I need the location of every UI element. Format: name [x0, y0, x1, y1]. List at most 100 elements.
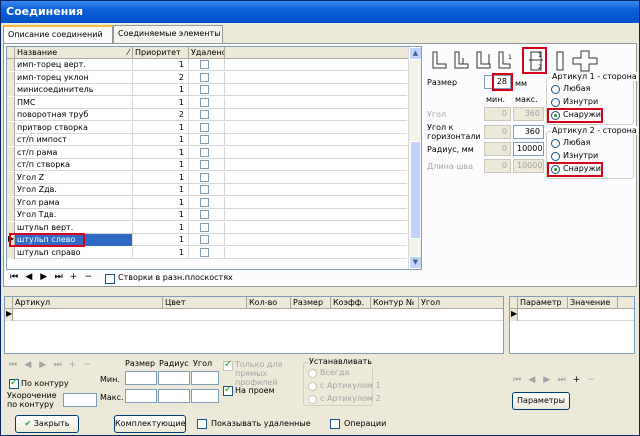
- install-with-article1-radio[interactable]: [308, 382, 317, 391]
- column-header-deleted[interactable]: Удалено: [189, 47, 225, 59]
- show-deleted-checkbox[interactable]: [197, 419, 207, 429]
- table-row[interactable]: ст/п рама 1: [7, 146, 407, 159]
- deleted-checkbox[interactable]: [200, 97, 209, 107]
- deleted-checkbox[interactable]: [200, 235, 209, 244]
- parameters-button[interactable]: Параметры: [512, 392, 570, 410]
- prev-record-icon[interactable]: ◀: [23, 272, 35, 282]
- horizontal-angle-max-input[interactable]: 360: [513, 125, 544, 139]
- connections-grid[interactable]: Название ⁄ Приоритет Удалено имп-торец ве…: [6, 46, 422, 270]
- cell-priority[interactable]: 1: [133, 171, 189, 184]
- radius-max-input[interactable]: 10000: [513, 142, 544, 156]
- max-size-input[interactable]: [125, 389, 157, 403]
- next-record-icon[interactable]: ▶: [38, 272, 50, 282]
- last-record-icon[interactable]: ⏭: [52, 360, 64, 370]
- seam-max-input[interactable]: 10000: [513, 159, 544, 173]
- deleted-checkbox[interactable]: [200, 122, 209, 132]
- cell-name[interactable]: ст/п створка: [15, 159, 133, 171]
- cell-name[interactable]: поворотная труб: [15, 109, 133, 121]
- column-header-size[interactable]: Размер: [291, 297, 331, 309]
- max-angle-input[interactable]: [191, 389, 219, 403]
- different-planes-checkbox[interactable]: [105, 274, 115, 284]
- cell-priority[interactable]: 1: [133, 234, 189, 246]
- deleted-checkbox[interactable]: [200, 222, 209, 232]
- cell-priority[interactable]: 1: [133, 59, 189, 71]
- table-row[interactable]: Угол Zдв. 1: [7, 184, 407, 196]
- last-record-icon[interactable]: ⏭: [53, 272, 65, 282]
- next-record-icon[interactable]: ▶: [541, 375, 553, 385]
- deleted-checkbox[interactable]: [200, 85, 209, 94]
- add-record-icon[interactable]: +: [68, 272, 80, 282]
- first-record-icon[interactable]: ⏮: [511, 375, 523, 385]
- scroll-thumb[interactable]: [410, 141, 421, 239]
- angle-max-input[interactable]: 360: [513, 107, 544, 121]
- deleted-checkbox[interactable]: [200, 160, 209, 169]
- table-row[interactable]: штульп верт. 1: [7, 221, 407, 234]
- table-row[interactable]: ст/п импост 1: [7, 134, 407, 146]
- cell-name[interactable]: ст/п импост: [15, 134, 133, 146]
- vertical-bar-icon[interactable]: [552, 50, 570, 72]
- cell-priority[interactable]: 1: [133, 159, 189, 171]
- last-record-icon[interactable]: ⏭: [556, 375, 568, 385]
- cell-priority[interactable]: 1: [133, 134, 189, 146]
- column-header-quantity[interactable]: Кол-во: [247, 297, 291, 309]
- cell-priority[interactable]: 1: [133, 196, 189, 209]
- parameters-grid[interactable]: Параметр Значение ▶: [509, 296, 635, 354]
- angle-min-input[interactable]: 0: [484, 107, 511, 121]
- cell-priority[interactable]: 1: [133, 209, 189, 221]
- table-row[interactable]: ▶: [5, 309, 503, 321]
- cell-name[interactable]: штульп справо: [15, 246, 133, 259]
- deleted-checkbox[interactable]: [200, 210, 209, 219]
- seam-min-input[interactable]: 0: [484, 159, 511, 173]
- article2-any-radio[interactable]: [551, 139, 560, 148]
- table-row[interactable]: ПМС 1: [7, 96, 407, 109]
- horizontal-angle-min-input[interactable]: 0: [484, 125, 511, 139]
- min-radius-input[interactable]: [158, 371, 190, 385]
- delete-record-icon[interactable]: −: [81, 360, 93, 370]
- deleted-checkbox[interactable]: [200, 185, 209, 194]
- column-header-contour[interactable]: Контур №: [371, 297, 419, 309]
- cell-priority[interactable]: 1: [133, 96, 189, 109]
- table-row[interactable]: Угол Тдв. 1: [7, 209, 407, 221]
- cell-priority[interactable]: 1: [133, 221, 189, 234]
- column-header-name[interactable]: Название ⁄: [15, 47, 133, 59]
- table-row[interactable]: имп-торец верт. 1: [7, 59, 407, 71]
- corner-left-icon[interactable]: [430, 50, 448, 72]
- add-record-icon[interactable]: +: [571, 375, 583, 385]
- cell-priority[interactable]: 1: [133, 84, 189, 96]
- table-row[interactable]: Угол рама 1: [7, 196, 407, 209]
- delete-record-icon[interactable]: −: [82, 272, 94, 282]
- cell-priority[interactable]: 2: [133, 109, 189, 121]
- articles-grid[interactable]: Артикул Цвет Кол-во Размер Коэфф. Контур…: [4, 296, 504, 354]
- max-radius-input[interactable]: [158, 389, 190, 403]
- deleted-checkbox[interactable]: [200, 110, 209, 119]
- cell-priority[interactable]: 1: [133, 246, 189, 259]
- close-button[interactable]: ✔ Закрыть: [15, 415, 79, 433]
- min-size-input[interactable]: [125, 371, 157, 385]
- cross-icon[interactable]: [570, 48, 600, 74]
- cell-name[interactable]: Угол Тдв.: [15, 209, 133, 221]
- add-record-icon[interactable]: +: [67, 360, 79, 370]
- cell-priority[interactable]: 2: [133, 71, 189, 84]
- table-row[interactable]: минисоединитель 1: [7, 84, 407, 96]
- cell-name[interactable]: минисоединитель: [15, 84, 133, 96]
- on-opening-checkbox[interactable]: [223, 384, 233, 396]
- cell-name[interactable]: ПМС: [15, 96, 133, 109]
- by-contour-checkbox[interactable]: [9, 377, 19, 389]
- table-row[interactable]: поворотная труб 2: [7, 109, 407, 121]
- column-header-angle[interactable]: Угол: [419, 297, 503, 309]
- install-always-radio[interactable]: [308, 369, 317, 378]
- cell-name[interactable]: Угол Zдв.: [15, 184, 133, 196]
- delete-record-icon[interactable]: −: [585, 375, 597, 385]
- article1-inside-radio[interactable]: [551, 98, 560, 107]
- corner-tee-icon[interactable]: [452, 50, 470, 72]
- cell-priority[interactable]: 1: [133, 184, 189, 196]
- operations-checkbox[interactable]: [330, 419, 340, 429]
- deleted-checkbox[interactable]: [200, 197, 209, 207]
- scroll-down-icon[interactable]: ▼: [409, 256, 421, 269]
- column-header-article[interactable]: Артикул: [13, 297, 163, 309]
- first-record-icon[interactable]: ⏮: [8, 272, 20, 282]
- column-header-priority[interactable]: Приоритет: [133, 47, 189, 59]
- column-header-value[interactable]: Значение: [568, 297, 618, 309]
- prev-record-icon[interactable]: ◀: [22, 360, 34, 370]
- only-straight-checkbox[interactable]: [223, 359, 233, 371]
